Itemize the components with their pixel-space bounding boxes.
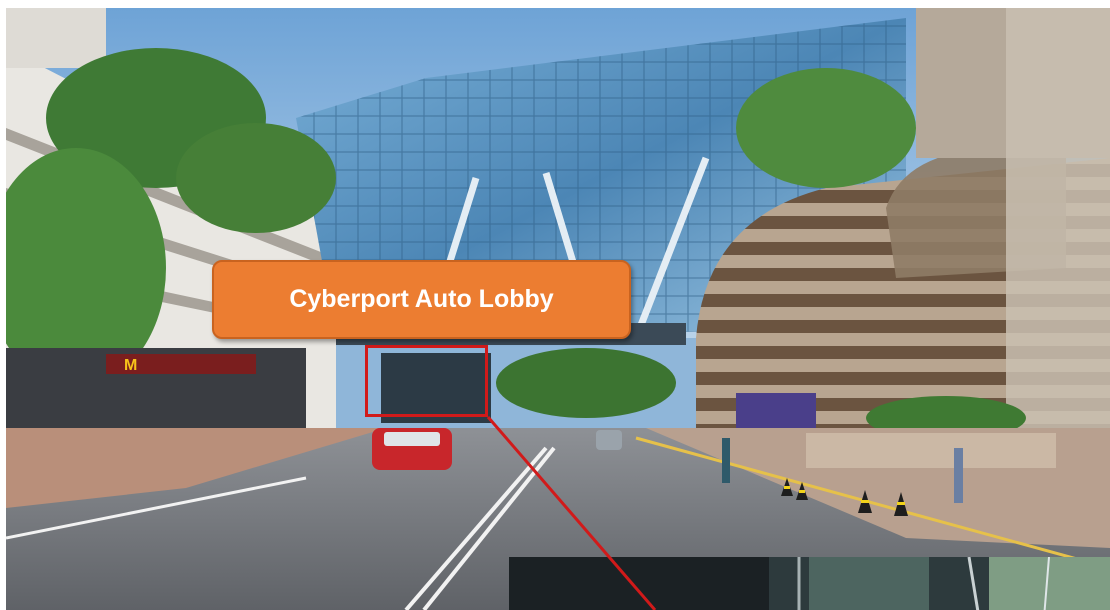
lobby-closeup-illustration	[509, 557, 1110, 610]
svg-text:M: M	[124, 357, 137, 374]
callout-text: Cyberport Auto Lobby	[289, 285, 554, 313]
lobby-closeup-inset	[509, 557, 1110, 610]
callout-label: Cyberport Auto Lobby	[212, 260, 631, 339]
lobby-highlight-box	[365, 345, 488, 417]
slide-canvas: M Cyberport Auto Lobby	[0, 0, 1110, 610]
